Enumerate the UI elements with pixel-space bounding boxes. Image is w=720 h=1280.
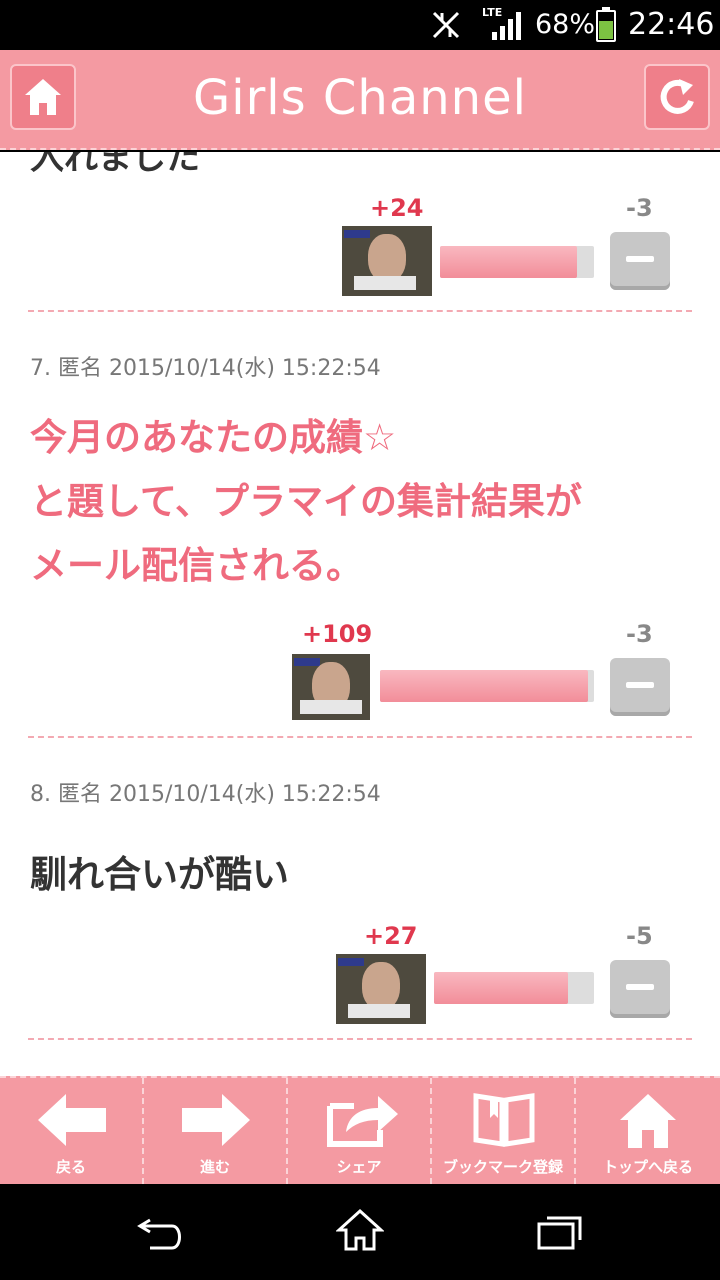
- system-nav-bar: [0, 1184, 720, 1280]
- minus-count: -3: [626, 620, 653, 648]
- back-button[interactable]: 戻る: [0, 1078, 144, 1184]
- comment-list[interactable]: 入れました +24 -3 7. 匿名 2015/10/14(水) 15:22:5…: [0, 152, 720, 1076]
- minus-vote-button[interactable]: [610, 960, 670, 1018]
- minus-count: -5: [626, 922, 653, 950]
- nfc-icon: [432, 11, 460, 39]
- share-icon: [327, 1096, 398, 1147]
- status-bar: LTE 68% 22:46: [0, 0, 720, 50]
- vote-ratio-fill: [440, 246, 578, 278]
- clock: 22:46: [628, 7, 715, 42]
- back-nav-icon[interactable]: [136, 1216, 186, 1252]
- divider: [28, 1038, 692, 1040]
- minus-vote-button[interactable]: [610, 658, 670, 716]
- divider: [28, 736, 692, 738]
- share-button[interactable]: シェア: [288, 1078, 432, 1184]
- signal-icon: LTE: [482, 6, 524, 40]
- arrow-right-icon: [182, 1094, 250, 1146]
- app-header: Girls Channel: [0, 50, 720, 150]
- page-title: Girls Channel: [193, 70, 527, 126]
- book-icon: [473, 1093, 535, 1147]
- top-button[interactable]: トップへ戻る: [576, 1078, 720, 1184]
- recent-apps-icon[interactable]: [536, 1212, 584, 1252]
- plus-count: +24: [370, 194, 424, 222]
- comment-body: 馴れ合いが酷い: [30, 853, 289, 896]
- vote-ratio-bar: [380, 670, 594, 702]
- bookmark-button[interactable]: ブックマーク登録: [432, 1078, 576, 1184]
- comment-meta: 8. 匿名 2015/10/14(水) 15:22:54: [30, 782, 381, 807]
- comment-meta: 7. 匿名 2015/10/14(水) 15:22:54: [30, 356, 381, 381]
- bottom-toolbar: 戻る 進む シェア ブックマーク登録 トップへ戻る: [0, 1076, 720, 1184]
- plus-vote-image[interactable]: [342, 226, 432, 296]
- home-icon: [620, 1094, 676, 1148]
- vote-ratio-bar: [440, 246, 594, 278]
- vote-ratio-fill: [380, 670, 588, 702]
- plus-count: +27: [364, 922, 418, 950]
- comment-body: 入れました: [30, 152, 200, 178]
- reload-icon: [660, 79, 694, 114]
- comment-body: 今月のあなたの成績☆ と題して、プラマイの集計結果が メール配信される。: [30, 416, 583, 587]
- plus-count: +109: [302, 620, 373, 648]
- arrow-left-icon: [38, 1094, 106, 1146]
- forward-button[interactable]: 進む: [144, 1078, 288, 1184]
- battery-percent: 68%: [535, 9, 596, 40]
- vote-ratio-bar: [434, 972, 594, 1004]
- reload-button[interactable]: [644, 64, 710, 130]
- battery-icon: [596, 7, 616, 42]
- divider: [28, 310, 692, 312]
- plus-vote-image[interactable]: [292, 654, 370, 720]
- plus-vote-image[interactable]: [336, 954, 426, 1024]
- minus-count: -3: [626, 194, 653, 222]
- minus-vote-button[interactable]: [610, 232, 670, 290]
- vote-ratio-fill: [434, 972, 569, 1004]
- home-nav-icon[interactable]: [336, 1208, 384, 1252]
